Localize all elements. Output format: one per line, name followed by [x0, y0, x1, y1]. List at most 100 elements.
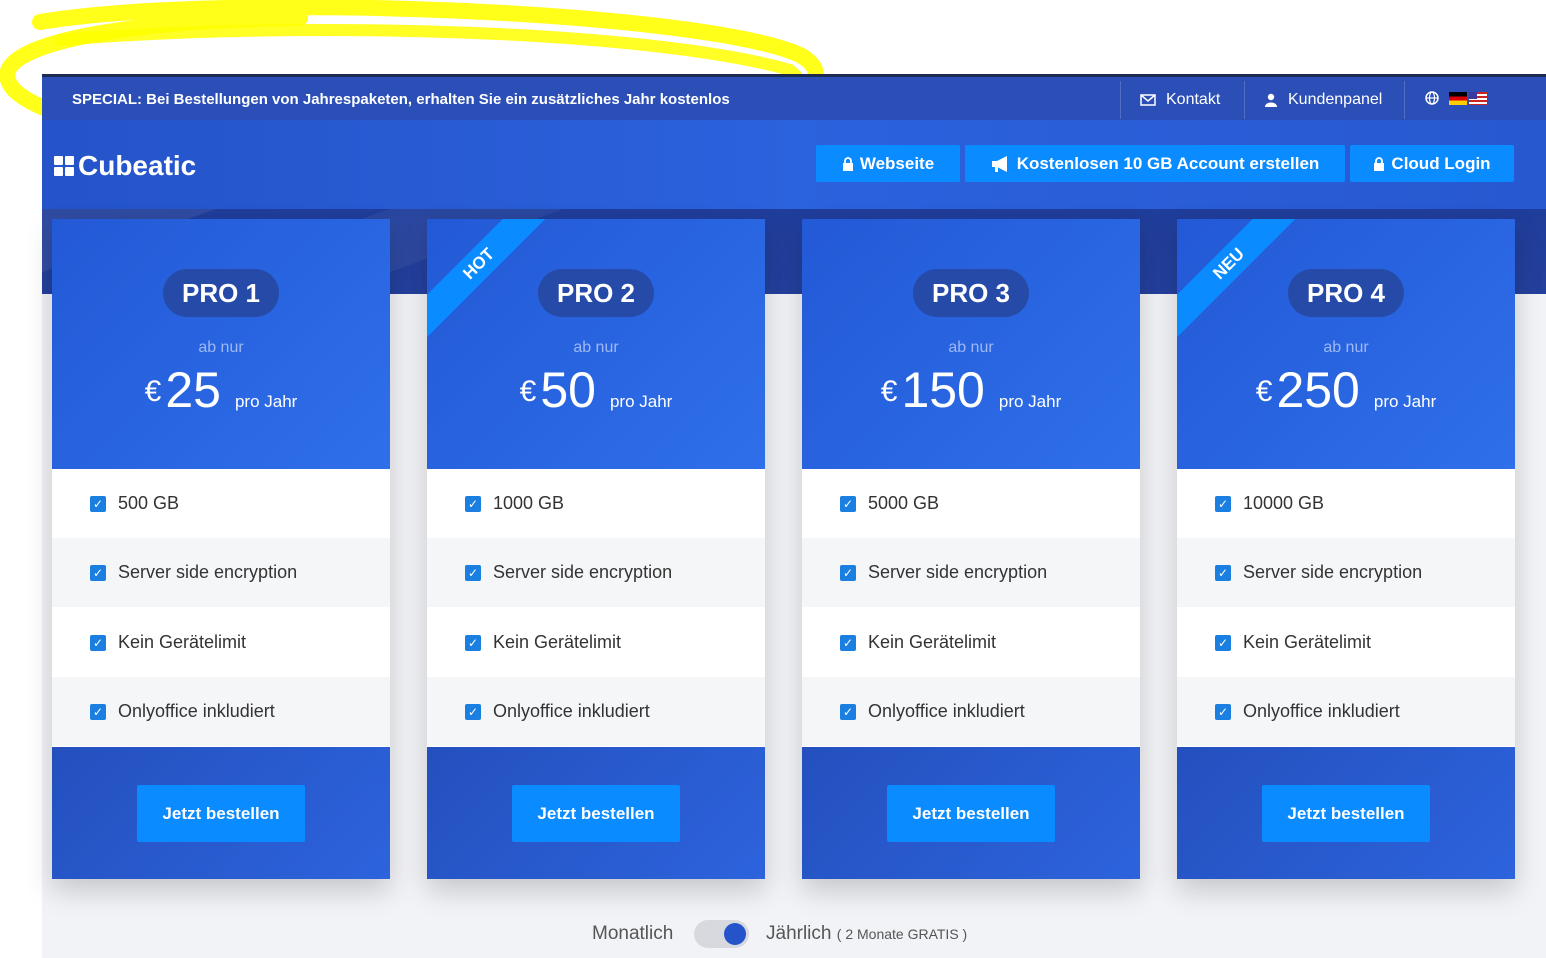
german-flag-icon[interactable]	[1449, 91, 1467, 105]
logo-text: Cubeatic	[78, 150, 197, 181]
plan-header: HOT PRO 2 ab nur € 50 pro Jahr	[427, 219, 765, 469]
feature-item: ✓ Server side encryption	[802, 538, 1140, 607]
kundenpanel-link[interactable]: Kundenpanel	[1264, 91, 1382, 109]
plan-header: NEU PRO 4 ab nur € 250 pro Jahr	[1177, 219, 1515, 469]
order-button[interactable]: Jetzt bestellen	[1262, 785, 1430, 842]
currency-symbol: €	[1255, 375, 1273, 408]
order-button[interactable]: Jetzt bestellen	[887, 785, 1055, 842]
kundenpanel-label: Kundenpanel	[1288, 91, 1383, 108]
yearly-label[interactable]: Jährlich ( 2 Monate GRATIS )	[766, 923, 967, 945]
feature-item: ✓ Kein Gerätelimit	[52, 608, 390, 677]
checkbox-icon: ✓	[465, 703, 481, 720]
divider	[1404, 81, 1405, 119]
feature-label: Kein Gerätelimit	[493, 632, 622, 652]
price-prefix: ab nur	[1323, 339, 1369, 356]
feature-label: Onlyoffice inkludiert	[868, 701, 1025, 721]
yearly-note: ( 2 Monate GRATIS )	[836, 926, 968, 942]
feature-item: ✓ Server side encryption	[1177, 538, 1515, 607]
checkbox-icon: ✓	[840, 634, 856, 651]
feature-item: ✓ Kein Gerätelimit	[1177, 608, 1515, 677]
feature-item: ✓ 5000 GB	[802, 469, 1140, 538]
plan-footer: Jetzt bestellen	[427, 747, 765, 879]
kontakt-link[interactable]: Kontakt	[1140, 91, 1220, 109]
plan-name: PRO 1	[162, 269, 280, 317]
checkbox-icon: ✓	[465, 495, 481, 512]
feature-label: 10000 GB	[1243, 493, 1325, 513]
price-period: pro Jahr	[609, 392, 673, 411]
plan-card-pro4: NEU PRO 4 ab nur € 250 pro Jahr ✓ 10000 G…	[1177, 219, 1515, 879]
lock-icon	[1374, 156, 1385, 171]
feature-label: Server side encryption	[118, 562, 298, 582]
checkbox-icon: ✓	[1215, 495, 1231, 512]
feature-label: 1000 GB	[493, 493, 565, 513]
feature-label: Onlyoffice inkludiert	[1243, 701, 1400, 721]
feature-label: Onlyoffice inkludiert	[493, 701, 650, 721]
order-button[interactable]: Jetzt bestellen	[512, 785, 680, 842]
checkbox-icon: ✓	[1215, 703, 1231, 720]
plan-header: PRO 1 ab nur € 25 pro Jahr	[52, 219, 390, 469]
lock-icon	[842, 156, 853, 171]
price-period: pro Jahr	[1373, 392, 1437, 411]
order-button[interactable]: Jetzt bestellen	[137, 785, 305, 842]
cloud-login-button[interactable]: Cloud Login	[1350, 145, 1514, 182]
feature-item: ✓ Server side encryption	[427, 538, 765, 607]
plan-price: € 25 pro Jahr	[52, 361, 390, 419]
divider	[1120, 81, 1121, 119]
feature-label: Server side encryption	[868, 562, 1048, 582]
billing-period-toggle[interactable]	[694, 920, 749, 948]
feature-label: Server side encryption	[1243, 562, 1423, 582]
feature-label: Kein Gerätelimit	[1243, 632, 1372, 652]
feature-item: ✓ Kein Gerätelimit	[802, 608, 1140, 677]
feature-label: Kein Gerätelimit	[868, 632, 997, 652]
feature-item: ✓ Onlyoffice inkludiert	[52, 677, 390, 746]
top-announcement-bar: SPECIAL: Bei Bestellungen von Jahrespake…	[42, 74, 1546, 120]
feature-label: 500 GB	[118, 493, 180, 513]
price-amount: 250	[1276, 362, 1360, 418]
plan-card-pro3: PRO 3 ab nur € 150 pro Jahr ✓ 5000 GB ✓ Se…	[802, 219, 1140, 879]
plan-header: PRO 3 ab nur € 150 pro Jahr	[802, 219, 1140, 469]
price-prefix: ab nur	[198, 339, 244, 356]
checkbox-icon: ✓	[465, 634, 481, 651]
plan-name: PRO 4	[1287, 269, 1405, 317]
plan-footer: Jetzt bestellen	[1177, 747, 1515, 879]
checkbox-icon: ✓	[90, 703, 106, 720]
globe-icon	[1425, 91, 1439, 105]
price-amount: 50	[540, 362, 596, 418]
feature-label: Onlyoffice inkludiert	[118, 701, 275, 721]
us-flag-icon[interactable]	[1469, 91, 1487, 105]
checkbox-icon: ✓	[90, 495, 106, 512]
cubeatic-logo[interactable]: Cubeatic	[54, 150, 196, 182]
free-account-button[interactable]: Kostenlosen 10 GB Account erstellen	[965, 145, 1345, 182]
plan-footer: Jetzt bestellen	[52, 747, 390, 879]
checkbox-icon: ✓	[90, 564, 106, 581]
free-account-label: Kostenlosen 10 GB Account erstellen	[1016, 153, 1320, 173]
price-amount: 25	[165, 362, 221, 418]
feature-item: ✓ Onlyoffice inkludiert	[1177, 677, 1515, 746]
plan-name: PRO 2	[537, 269, 655, 317]
feature-item: ✓ Kein Gerätelimit	[427, 608, 765, 677]
feature-label: 5000 GB	[868, 493, 940, 513]
plan-price: € 150 pro Jahr	[802, 361, 1140, 419]
plan-price: € 50 pro Jahr	[427, 361, 765, 419]
webseite-button[interactable]: Webseite	[816, 145, 960, 182]
plan-footer: Jetzt bestellen	[802, 747, 1140, 879]
cloud-login-label: Cloud Login	[1391, 153, 1491, 173]
currency-symbol: €	[880, 375, 898, 408]
monthly-label[interactable]: Monatlich	[592, 923, 673, 945]
checkbox-icon: ✓	[465, 564, 481, 581]
checkbox-icon: ✓	[840, 495, 856, 512]
feature-item: ✓ 10000 GB	[1177, 469, 1515, 538]
user-icon	[1265, 93, 1277, 107]
megaphone-icon	[991, 155, 1007, 172]
plan-price: € 250 pro Jahr	[1177, 361, 1515, 419]
checkbox-icon: ✓	[840, 564, 856, 581]
plan-card-pro2: HOT PRO 2 ab nur € 50 pro Jahr ✓ 1000 GB …	[427, 219, 765, 879]
checkbox-icon: ✓	[90, 634, 106, 651]
yearly-label-text: Jährlich	[766, 923, 832, 944]
billing-toggle-row: Monatlich Jährlich ( 2 Monate GRATIS )	[0, 920, 1546, 950]
checkbox-icon: ✓	[1215, 564, 1231, 581]
language-selector[interactable]	[1425, 91, 1487, 105]
price-period: pro Jahr	[998, 392, 1062, 411]
special-offer-text: SPECIAL: Bei Bestellungen von Jahrespake…	[72, 91, 730, 108]
feature-item: ✓ Onlyoffice inkludiert	[802, 677, 1140, 746]
